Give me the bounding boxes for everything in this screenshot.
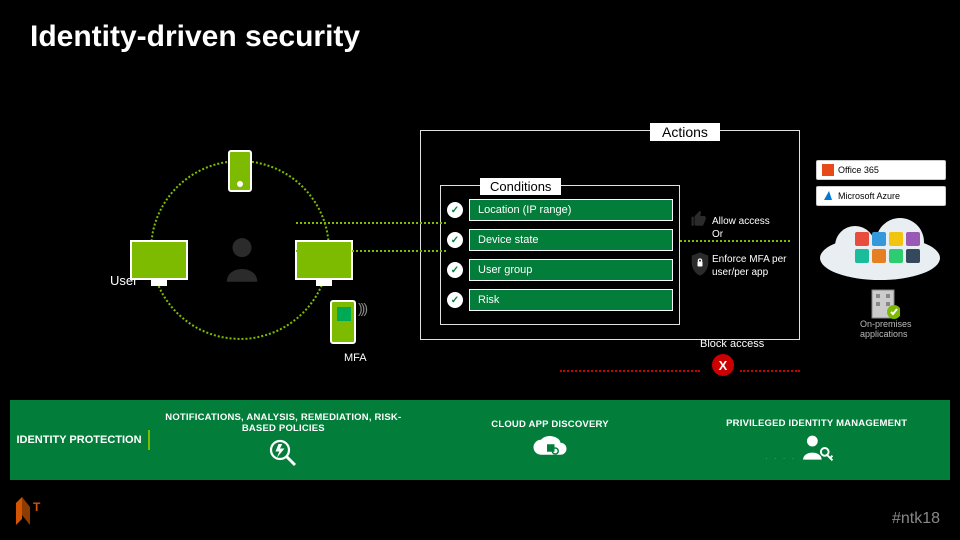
mfa-phone-icon [330, 300, 356, 344]
page-title: Identity-driven security [30, 20, 360, 54]
condition-row: ✓ Risk [447, 286, 673, 314]
onprem-label: On-premises applications [860, 320, 940, 340]
check-icon: ✓ [447, 262, 463, 278]
monitor-icon [295, 240, 353, 280]
cloud-app-discovery-segment: CLOUD APP DISCOVERY [417, 415, 684, 466]
connector-line [680, 240, 790, 242]
signal-icon: ))) [358, 300, 366, 316]
azure-card: Microsoft Azure [816, 186, 946, 206]
condition-pill: User group [469, 259, 673, 281]
check-icon: ✓ [447, 202, 463, 218]
block-x-icon: X [712, 354, 734, 376]
user-icon [223, 236, 261, 287]
check-icon: ✓ [447, 292, 463, 308]
card-label: Office 365 [838, 165, 879, 175]
segment-title: PRIVILEGED IDENTITY MANAGEMENT [689, 418, 944, 429]
condition-row: ✓ Device state [447, 226, 673, 254]
allow-line: user/per app [712, 267, 768, 278]
cloud-search-icon [532, 434, 568, 462]
monitor-icon [130, 240, 188, 280]
svg-text:T: T [33, 500, 41, 514]
narp-segment: NOTIFICATIONS, ANALYSIS, REMEDIATION, RI… [150, 408, 417, 472]
block-access-label: Block access [700, 338, 764, 350]
thumbs-up-icon [690, 210, 708, 233]
condition-pill: Device state [469, 229, 673, 251]
allow-access-text: Allow access Or [712, 216, 770, 241]
mfa-label: MFA [344, 352, 367, 364]
actions-label: Actions [650, 123, 720, 141]
card-label: Microsoft Azure [838, 191, 900, 201]
condition-row: ✓ Location (IP range) [447, 196, 673, 224]
enforce-mfa-text: Enforce MFA per user/per app [712, 254, 786, 279]
check-icon: ✓ [447, 232, 463, 248]
cloud-services-column: Office 365 Microsoft Azure [816, 160, 946, 212]
segment-title: CLOUD APP DISCOVERY [423, 419, 678, 430]
shield-lock-icon [690, 252, 710, 281]
decorative-dots: · · · · [765, 454, 796, 463]
capability-band: IDENTITY PROTECTION NOTIFICATIONS, ANALY… [10, 400, 950, 480]
conditions-label: Conditions [480, 178, 561, 195]
pim-segment: PRIVILEGED IDENTITY MANAGEMENT [683, 414, 950, 467]
condition-row: ✓ User group [447, 256, 673, 284]
user-label: User [110, 273, 137, 288]
connector-line [740, 370, 800, 372]
allow-line: Enforce MFA per [712, 254, 786, 265]
condition-pill: Risk [469, 289, 673, 311]
allow-line: Allow access [712, 216, 770, 227]
nt-logo-icon: T [16, 497, 46, 530]
conditions-panel: ✓ Location (IP range) ✓ Device state ✓ U… [440, 185, 680, 325]
saas-app-grid [855, 232, 920, 263]
condition-pill: Location (IP range) [469, 199, 673, 221]
connector-line [296, 222, 446, 224]
hashtag: #ntk18 [892, 510, 940, 528]
user-key-icon [800, 433, 834, 463]
office365-card: Office 365 [816, 160, 946, 180]
phone-icon [228, 150, 252, 192]
segment-title: NOTIFICATIONS, ANALYSIS, REMEDIATION, RI… [156, 412, 411, 434]
magnifier-bolt-icon [268, 438, 298, 468]
identity-protection-label: IDENTITY PROTECTION [10, 430, 150, 450]
connector-line [296, 250, 446, 252]
allow-line: Or [712, 229, 723, 240]
connector-line [560, 370, 700, 372]
